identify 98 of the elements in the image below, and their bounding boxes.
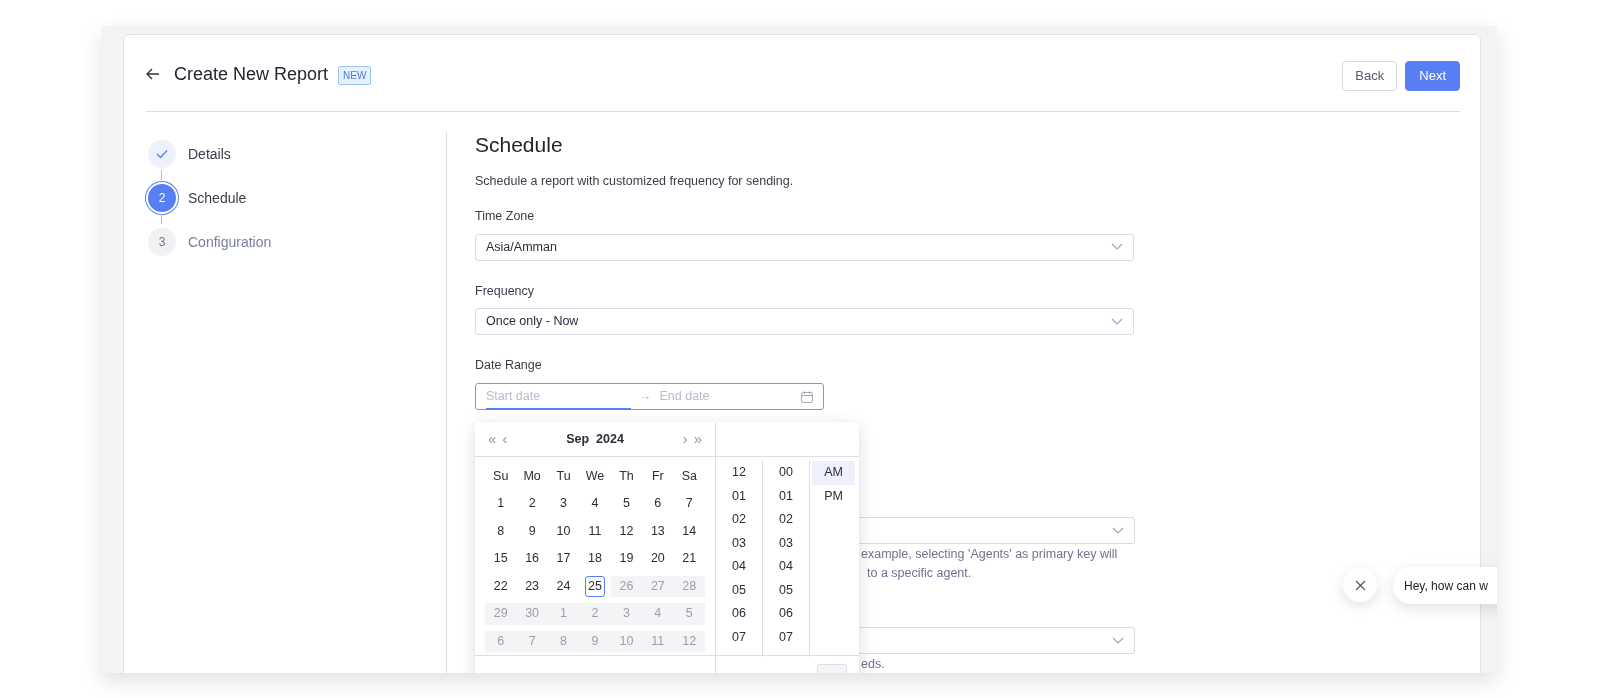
hour-option[interactable]: 07 <box>718 625 760 649</box>
step-label[interactable]: Schedule <box>188 187 247 209</box>
calendar-day[interactable]: 12 <box>616 520 637 542</box>
hour-option[interactable]: 02 <box>718 508 760 532</box>
hour-option[interactable]: 06 <box>718 602 760 626</box>
calendar-day: 8 <box>553 630 574 652</box>
period-option[interactable]: AM <box>812 461 855 485</box>
select-field[interactable] <box>859 627 1135 654</box>
weekday-label: We <box>584 468 606 486</box>
chevron-down-icon <box>1111 317 1123 326</box>
minute-option[interactable]: 00 <box>765 461 807 485</box>
field-label: Date Range <box>475 357 543 375</box>
calendar-day[interactable]: 18 <box>585 548 605 570</box>
calendar-day: 6 <box>490 630 511 652</box>
calendar-day[interactable]: 10 <box>553 520 574 542</box>
weekday-label: Mo <box>522 468 542 486</box>
minute-option[interactable]: 02 <box>765 508 807 532</box>
calendar-day[interactable]: 21 <box>679 548 700 570</box>
select-field[interactable] <box>859 517 1135 544</box>
calendar-day: 1 <box>553 603 574 625</box>
hour-option[interactable]: 12 <box>718 461 760 485</box>
hour-option[interactable]: 05 <box>718 578 760 602</box>
check-icon <box>156 149 168 159</box>
calendar-day: 4 <box>647 603 668 625</box>
calendar-day: 9 <box>585 630 605 652</box>
calendar-day[interactable]: 9 <box>522 520 543 542</box>
calendar-day: 29 <box>490 603 511 625</box>
hour-option[interactable]: 03 <box>718 531 760 555</box>
step-indicator: 3 <box>148 228 176 256</box>
minute-option[interactable]: 06 <box>765 602 807 626</box>
calendar-day[interactable]: 25 <box>585 575 605 597</box>
calendar-day[interactable]: 14 <box>679 520 700 542</box>
calendar-day[interactable]: 15 <box>490 548 511 570</box>
helper-text: eds. <box>861 656 886 673</box>
weekday-label: Th <box>618 468 635 486</box>
calendar-day: 26 <box>616 575 637 597</box>
calendar-day: 27 <box>647 575 668 597</box>
calendar-day: 3 <box>616 603 637 625</box>
minute-option[interactable]: 04 <box>765 555 807 579</box>
back-arrow-icon[interactable] <box>146 68 160 80</box>
calendar-day[interactable]: 4 <box>585 493 605 515</box>
calendar-day[interactable]: 7 <box>679 493 700 515</box>
step-label[interactable]: Configuration <box>188 231 272 253</box>
chevron-down-icon <box>1112 636 1124 645</box>
month-year-label[interactable]: Sep 2024 <box>566 429 624 449</box>
calendar-day: 7 <box>522 630 543 652</box>
weekday-label: Sa <box>680 468 698 486</box>
field-label: Frequency <box>475 282 536 300</box>
calendar-day[interactable]: 2 <box>522 493 543 515</box>
step-indicator: 2 <box>148 184 176 212</box>
calendar-day: 5 <box>679 603 700 625</box>
section-description: Schedule a report with customized frequency for sending. <box>475 173 795 190</box>
calendar-day[interactable]: 16 <box>522 548 543 570</box>
select-field[interactable]: Once only - Now <box>475 308 1134 336</box>
minute-option[interactable]: 03 <box>765 531 807 555</box>
calendar-day[interactable]: 23 <box>522 575 543 597</box>
chevron-down-icon <box>1111 243 1123 251</box>
calendar-day[interactable]: 20 <box>647 548 668 570</box>
minute-option[interactable]: 07 <box>765 625 807 649</box>
calendar-day[interactable]: 11 <box>585 520 605 542</box>
calendar-day[interactable]: 8 <box>490 520 511 542</box>
minute-option[interactable]: 01 <box>765 484 807 508</box>
field-label: Time Zone <box>475 207 536 225</box>
calendar-day: 28 <box>679 575 700 597</box>
weekday-label: Fr <box>650 468 665 486</box>
minute-option[interactable]: 05 <box>765 578 807 602</box>
period-option[interactable]: PM <box>812 484 855 508</box>
step-label[interactable]: Details <box>188 143 231 165</box>
new-badge: NEW <box>338 66 372 85</box>
chat-bubble: Hey, how can w <box>1393 567 1497 604</box>
arrow-separator: → <box>639 388 652 406</box>
calendar-day[interactable]: 5 <box>616 493 637 515</box>
calendar-icon <box>801 390 813 403</box>
calendar-day: 2 <box>585 603 605 625</box>
calendar-day: 30 <box>522 603 543 625</box>
calendar-day[interactable]: 13 <box>647 520 668 542</box>
calendar-day[interactable]: 17 <box>553 548 574 570</box>
calendar-day[interactable]: 22 <box>490 575 511 597</box>
weekday-label: Su <box>492 468 510 486</box>
back-button[interactable]: Back <box>1342 61 1398 91</box>
calendar-day[interactable]: 19 <box>616 548 637 570</box>
page-title: Create New Report <box>174 63 329 86</box>
weekday-label: Tu <box>555 468 572 486</box>
select-field[interactable]: Asia/Amman <box>475 233 1134 261</box>
section-title: Schedule <box>475 132 564 158</box>
chevron-down-icon <box>1112 526 1124 535</box>
hour-option[interactable]: 01 <box>718 484 760 508</box>
calendar-day: 12 <box>679 630 700 652</box>
hour-option[interactable]: 04 <box>718 555 760 579</box>
helper-text: example, selecting 'Agents' as primary key will <box>861 546 1119 563</box>
calendar-day[interactable]: 1 <box>490 493 511 515</box>
calendar-day[interactable]: 6 <box>647 493 668 515</box>
calendar-day[interactable]: 24 <box>553 575 574 597</box>
calendar-day[interactable]: 3 <box>553 493 574 515</box>
next-button[interactable]: Next <box>1405 61 1460 91</box>
helper-text: to a specific agent. <box>866 565 973 582</box>
calendar-day: 11 <box>647 630 668 652</box>
calendar-day: 10 <box>616 630 637 652</box>
